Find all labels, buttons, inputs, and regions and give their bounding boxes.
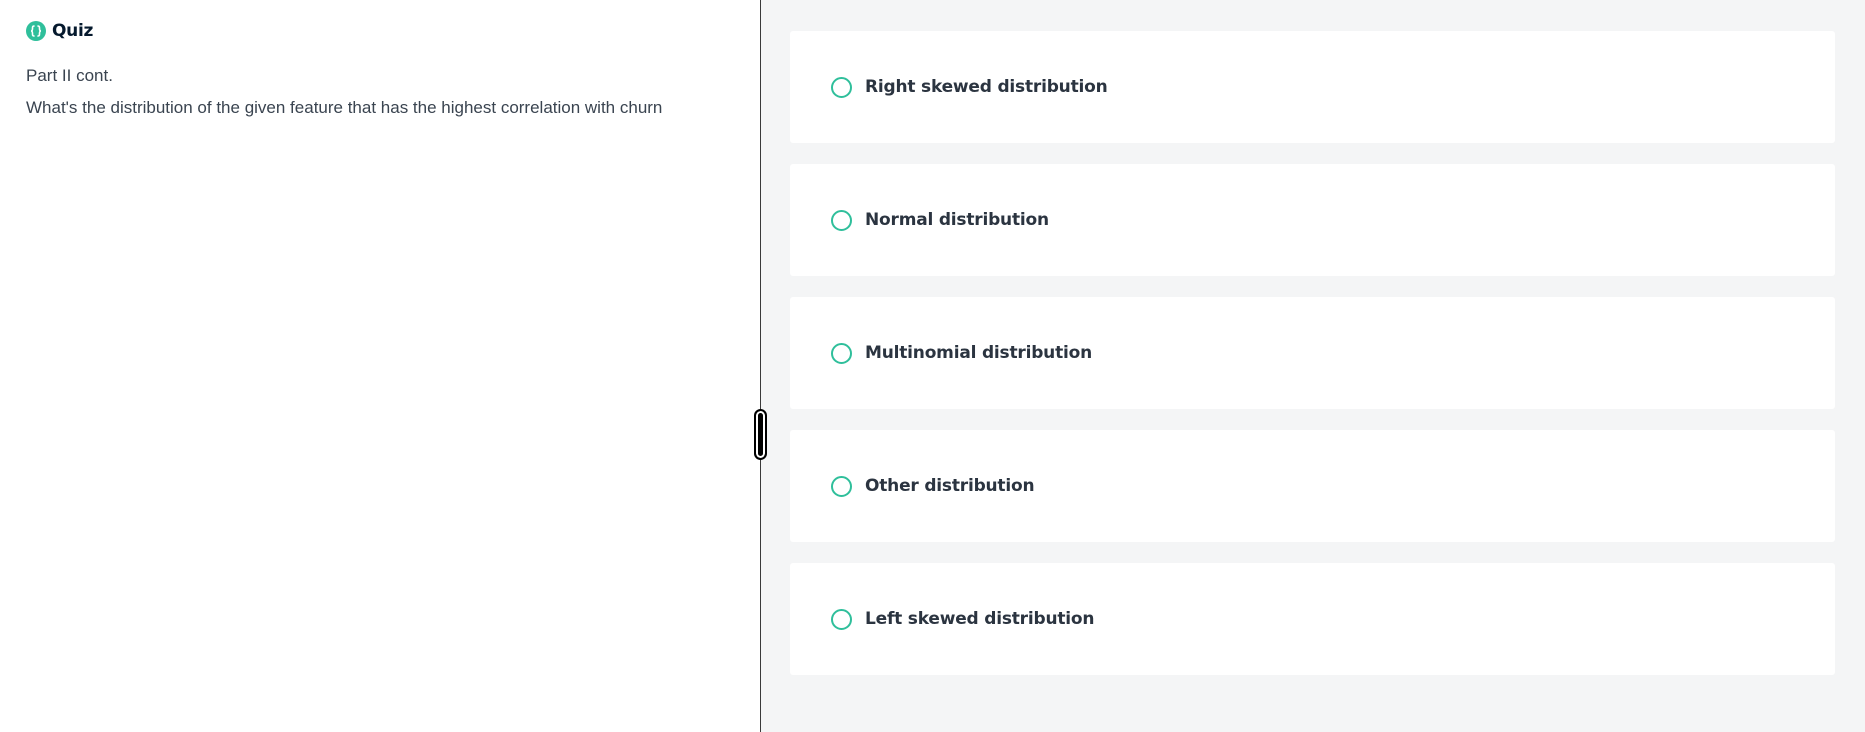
braces-icon xyxy=(26,21,46,41)
radio-button[interactable] xyxy=(831,209,852,231)
resize-handle[interactable] xyxy=(754,409,768,460)
part-label: Part II cont. xyxy=(26,66,113,85)
quiz-title: Quiz xyxy=(52,21,94,41)
radio-button[interactable] xyxy=(831,475,852,497)
answer-option[interactable]: Other distribution xyxy=(790,430,1835,542)
answer-option[interactable]: Normal distribution xyxy=(790,164,1835,276)
answer-option[interactable]: Right skewed distribution xyxy=(790,31,1835,143)
answer-option[interactable]: Left skewed distribution xyxy=(790,563,1835,675)
answers-pane: Right skewed distribution Normal distrib… xyxy=(761,0,1865,732)
question-pane: Quiz Part II cont. What's the distributi… xyxy=(0,0,761,732)
quiz-header: Quiz xyxy=(26,20,740,42)
answer-option[interactable]: Multinomial distribution xyxy=(790,297,1835,409)
radio-button[interactable] xyxy=(831,76,852,98)
question-text: What's the distribution of the given fea… xyxy=(26,98,663,117)
quiz-app: Quiz Part II cont. What's the distributi… xyxy=(0,0,1865,732)
pane-divider xyxy=(754,0,768,732)
answer-label: Other distribution xyxy=(865,476,1035,496)
radio-button[interactable] xyxy=(831,608,852,630)
answer-label: Multinomial distribution xyxy=(865,343,1092,363)
answer-label: Right skewed distribution xyxy=(865,77,1108,97)
answer-label: Normal distribution xyxy=(865,210,1049,230)
radio-button[interactable] xyxy=(831,342,852,364)
answer-label: Left skewed distribution xyxy=(865,609,1095,629)
